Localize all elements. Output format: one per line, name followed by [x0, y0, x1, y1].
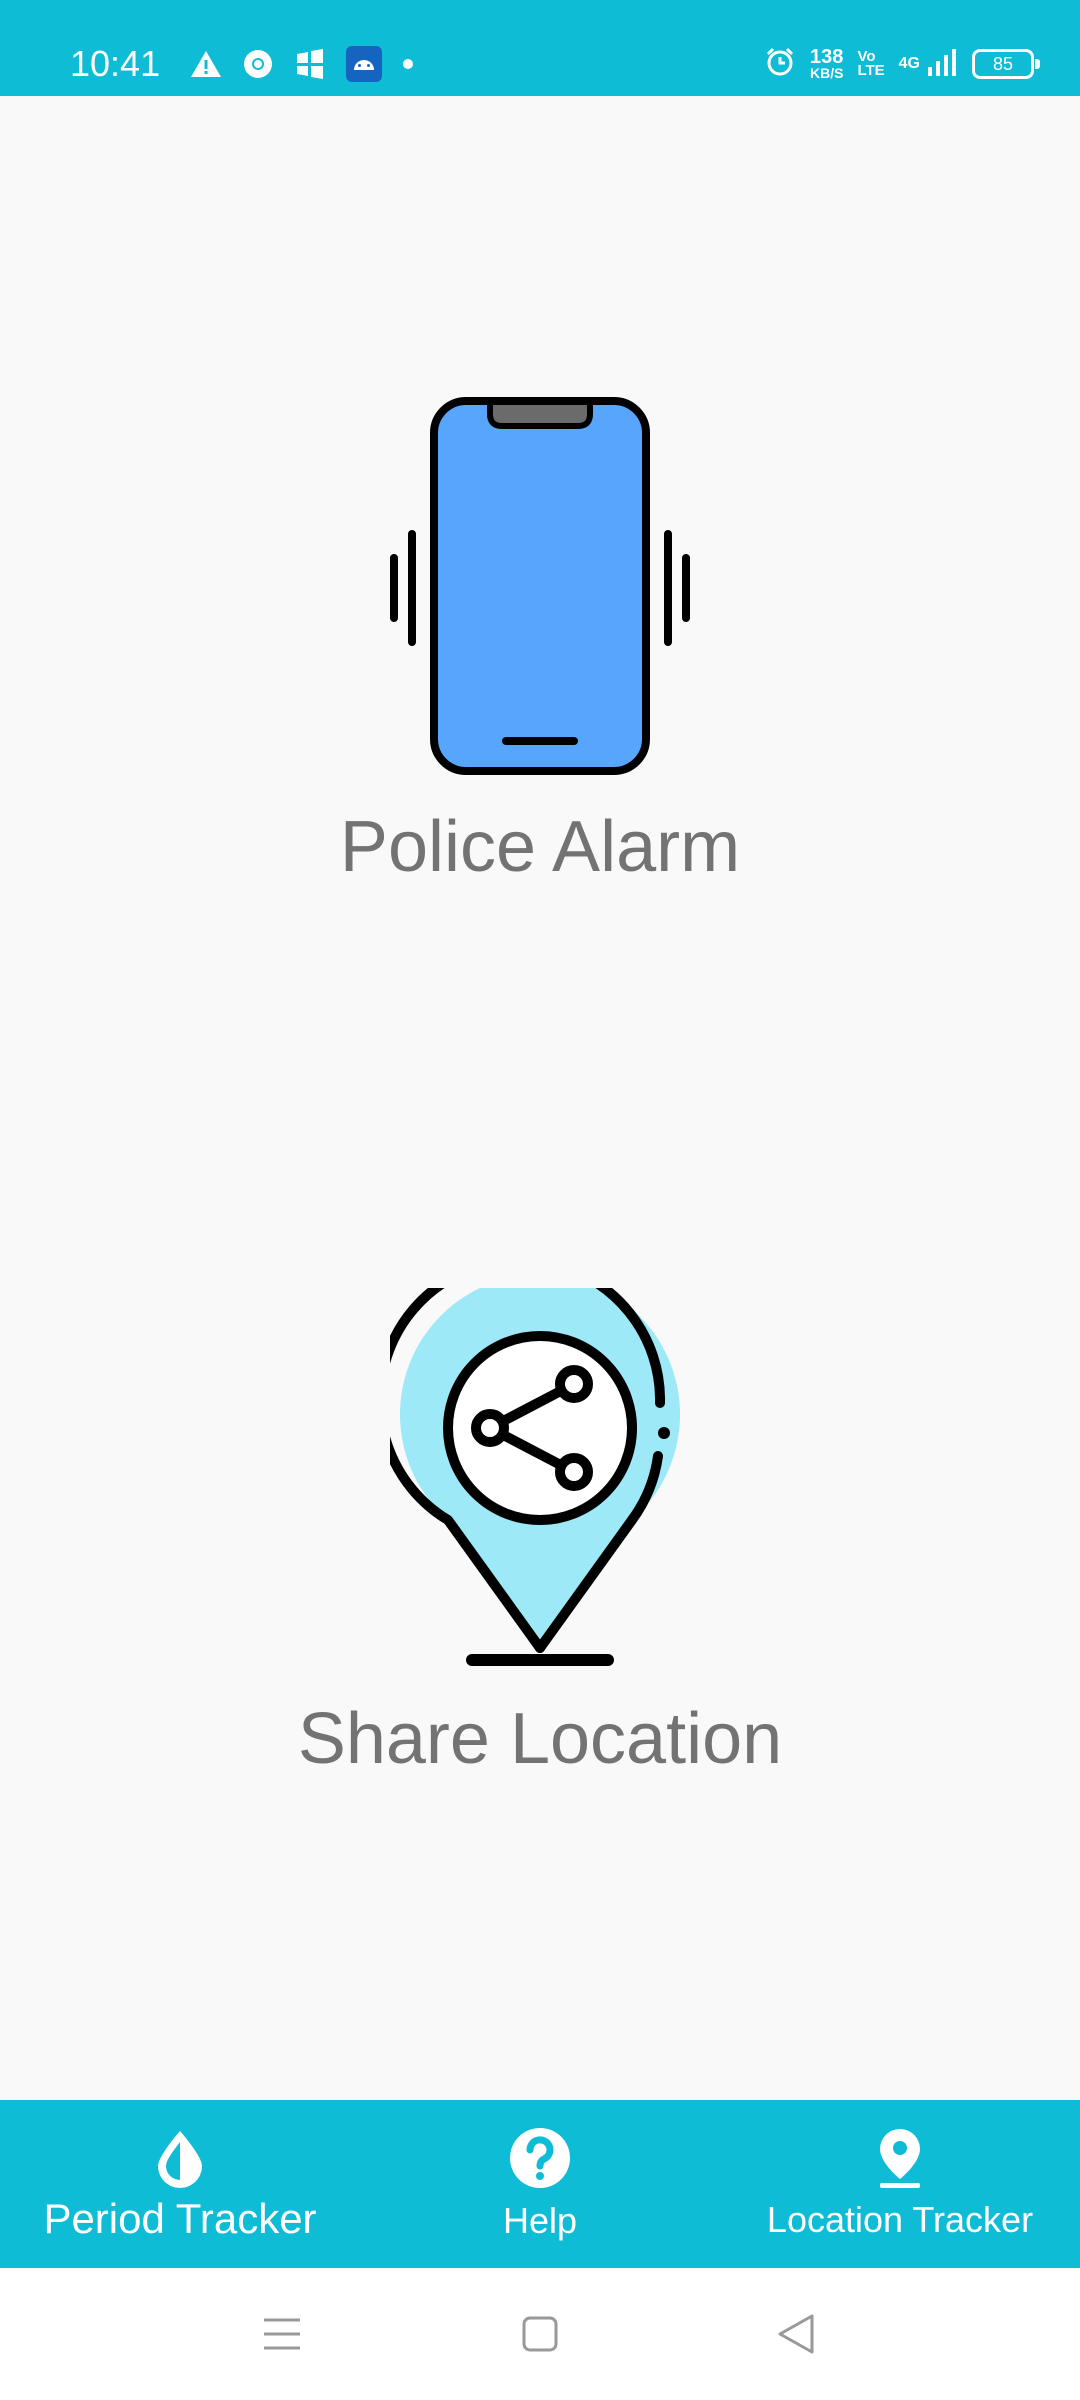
battery-level: 85	[992, 54, 1014, 74]
police-alarm-button[interactable]: Police Alarm	[0, 396, 1080, 889]
back-icon[interactable]	[772, 2310, 820, 2358]
system-status-icons: 138 KB/S Vo LTE 4G 85	[764, 44, 1040, 84]
net-speed: 138 KB/S	[809, 46, 844, 81]
nav-location-tracker-label: Location Tracker	[766, 2198, 1034, 2240]
volte-bottom: LTE	[857, 62, 885, 79]
drop-icon	[154, 2128, 206, 2193]
battery-icon: 85	[972, 49, 1040, 79]
system-navigation-bar	[0, 2268, 1080, 2400]
nav-period-tracker-label: Period Tracker	[43, 2194, 317, 2242]
chrome-icon	[242, 48, 274, 85]
notification-icons	[190, 45, 414, 87]
police-alarm-label: Police Alarm	[339, 807, 741, 887]
signal-icon	[926, 47, 958, 82]
volte-indicator: Vo LTE	[857, 49, 885, 79]
nav-period-tracker[interactable]: Period Tracker	[0, 2100, 360, 2268]
share-location-pin-icon	[375, 1254, 690, 1673]
nav-help-label: Help	[502, 2199, 578, 2241]
vibrating-phone-icon	[388, 396, 692, 781]
android-icon	[346, 45, 382, 87]
help-icon	[508, 2126, 572, 2195]
status-bar: 10:41 138 KB/S Vo LTE 4G 85	[0, 0, 1080, 96]
dot-icon	[402, 57, 414, 75]
net-speed-unit: KB/S	[809, 65, 844, 81]
net-speed-value: 138	[810, 46, 844, 68]
share-location-button[interactable]: Share Location	[0, 1254, 1080, 1781]
alarm-clock-icon	[764, 46, 796, 83]
location-pin-icon	[876, 2127, 924, 2194]
warning-icon	[190, 49, 222, 84]
share-location-label: Share Location	[297, 1699, 783, 1779]
network-type: 4G	[898, 55, 920, 72]
menu-icon[interactable]	[258, 2310, 306, 2358]
gallery-icon	[294, 48, 326, 85]
nav-location-tracker[interactable]: Location Tracker	[720, 2100, 1080, 2268]
home-icon[interactable]	[516, 2310, 564, 2358]
nav-help[interactable]: Help	[360, 2100, 720, 2268]
main-content: Police Alarm Share Location	[0, 96, 1080, 2086]
status-time: 10:41	[70, 43, 161, 84]
bottom-navigation: Period Tracker Help Location Tracker	[0, 2100, 1080, 2268]
